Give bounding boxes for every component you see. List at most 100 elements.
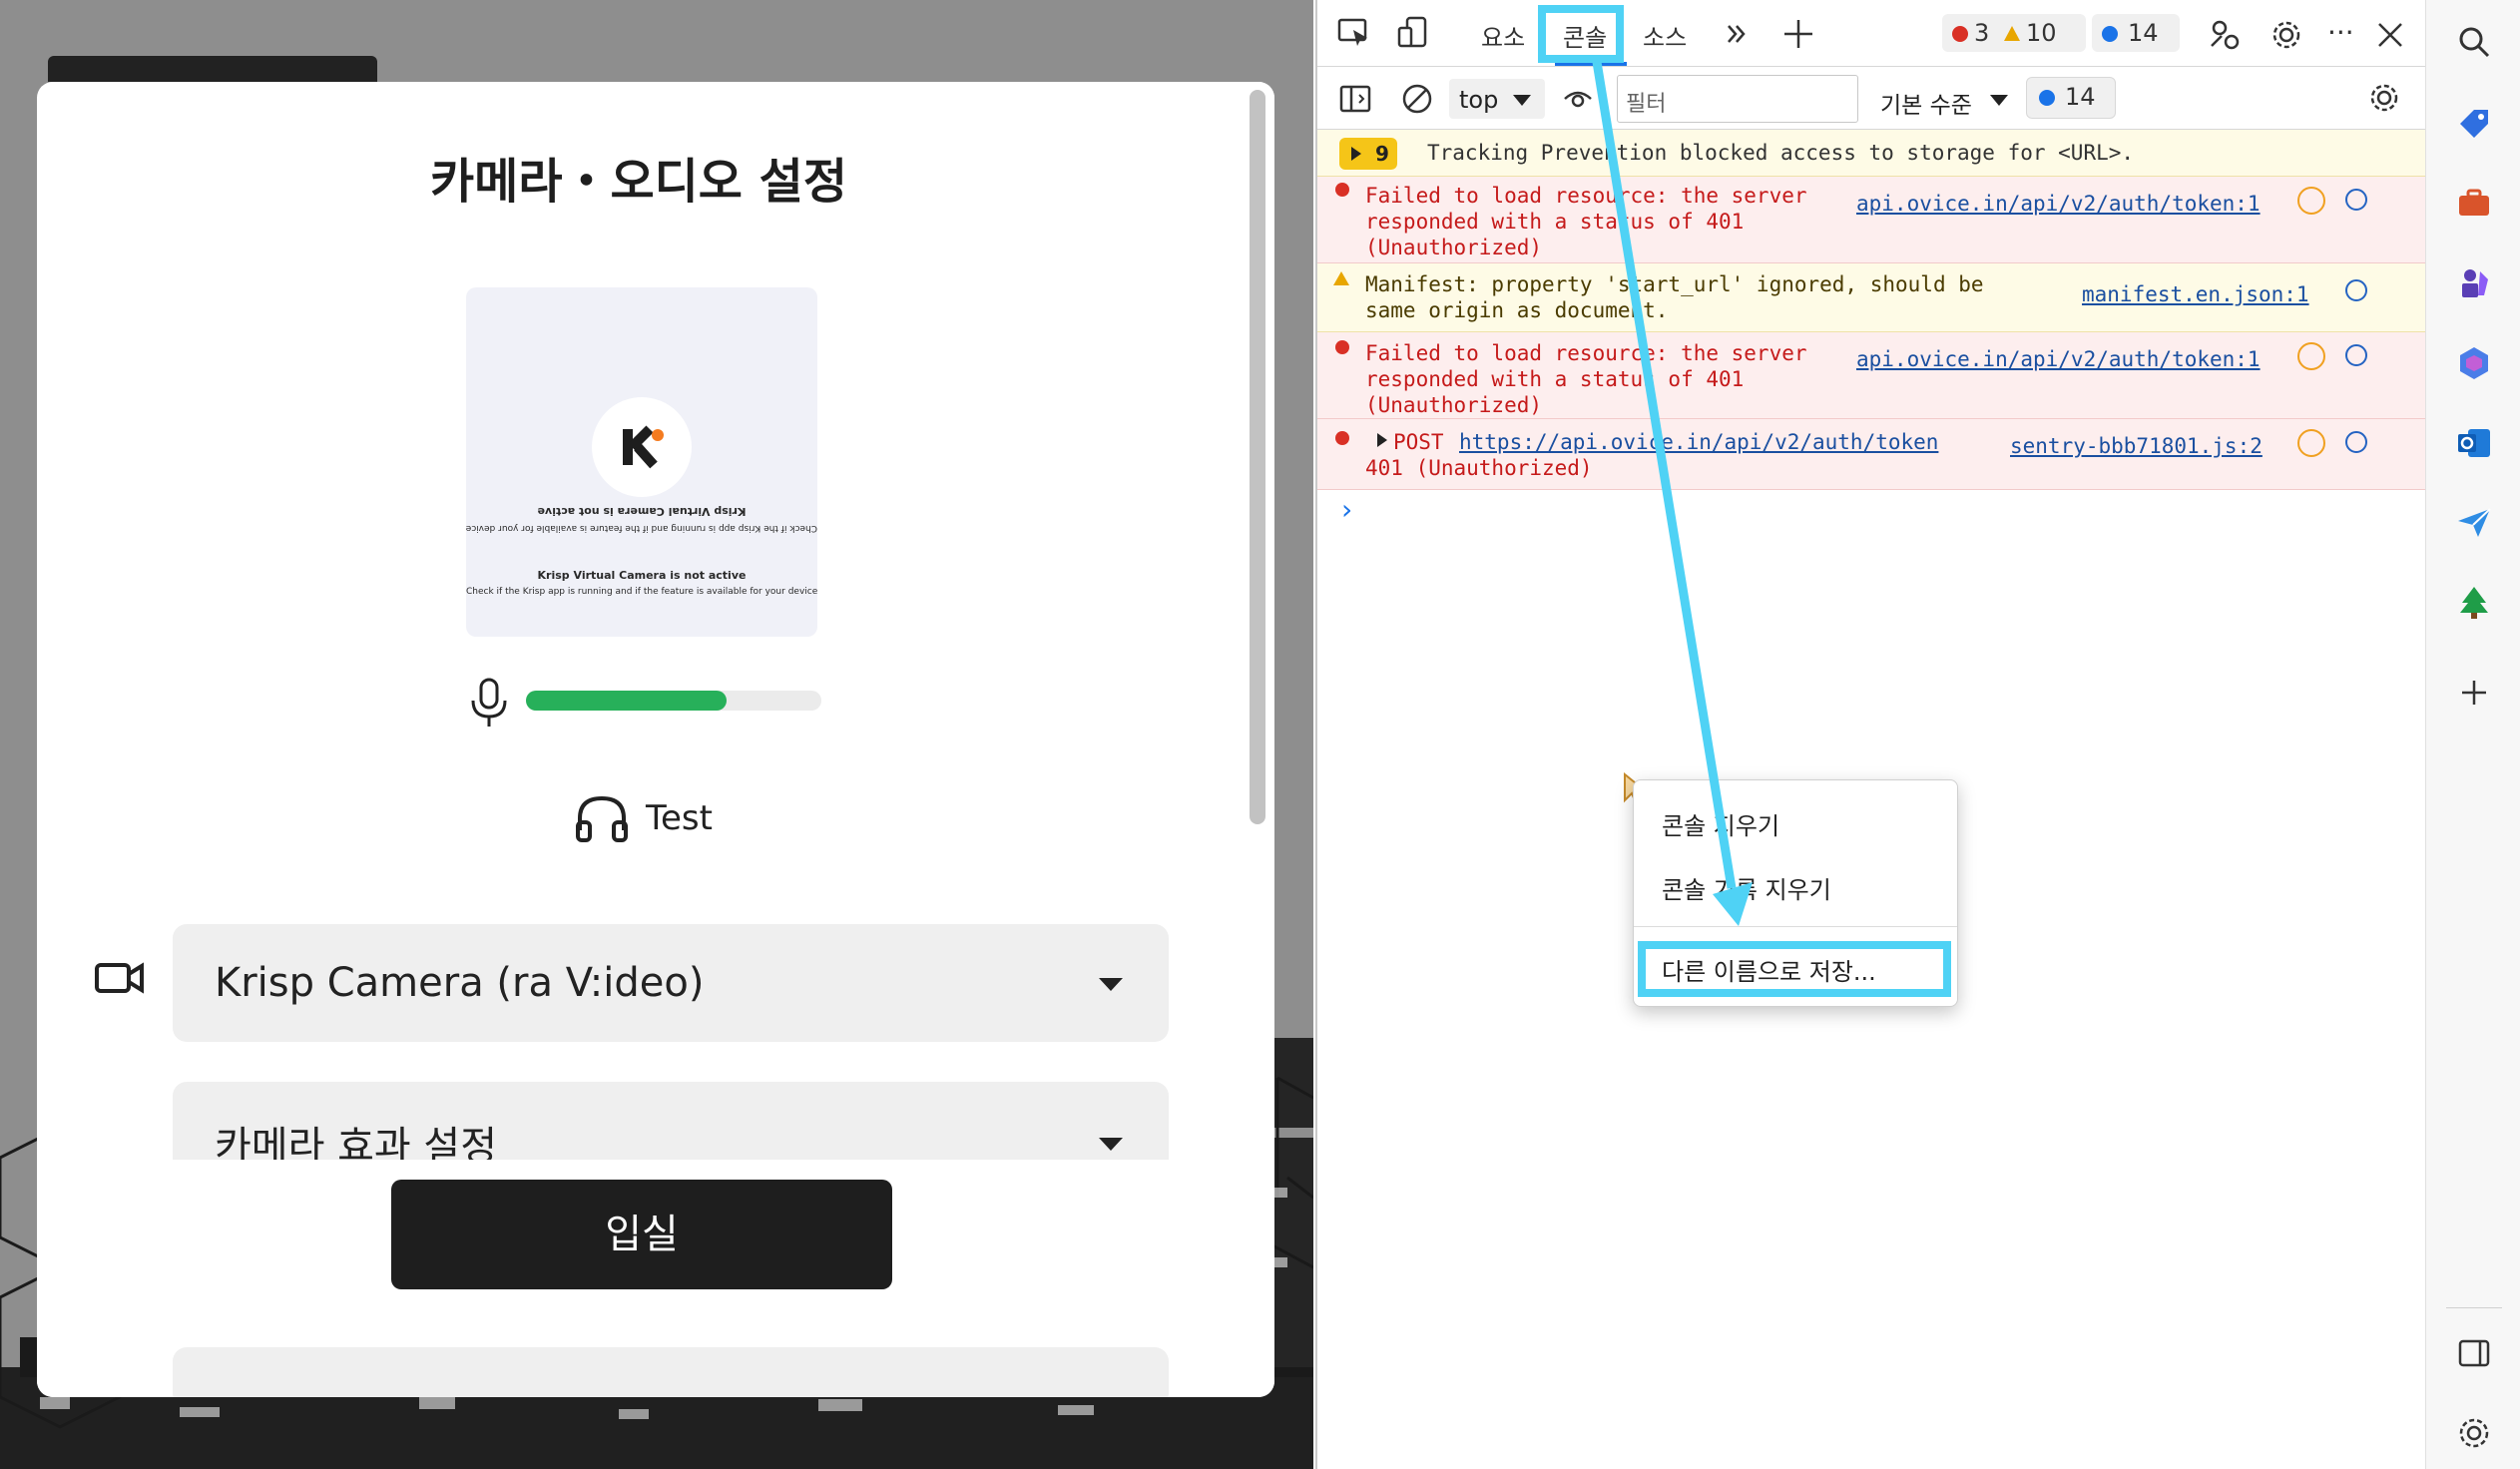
outlook-icon[interactable]	[2456, 425, 2492, 461]
device-emulation-icon[interactable]	[1397, 16, 1431, 50]
tools-briefcase-icon[interactable]	[2456, 186, 2492, 222]
warning-icon	[2004, 26, 2020, 41]
modal-title: 카메라・오디오 설정	[430, 154, 847, 210]
sidebar-toggle-icon[interactable]	[1339, 85, 1371, 113]
search-icon[interactable]	[2345, 344, 2367, 366]
console-error-message[interactable]: Failed to load resource: the server resp…	[1317, 332, 2427, 419]
tracking-prevention-message[interactable]: 9 Tracking Prevention blocked access to …	[1317, 130, 2427, 177]
chevron-down-icon	[1513, 95, 1531, 106]
mic-level-fill	[526, 691, 728, 711]
source-link[interactable]: manifest.en.json:1	[2082, 281, 2309, 307]
chevron-down-icon	[1990, 95, 2008, 106]
more-options-icon[interactable]: ···	[2327, 16, 2354, 49]
console-toolbar: top 필터 기본 수준 14	[1317, 67, 2427, 130]
enter-room-button[interactable]: 입실	[391, 1180, 892, 1289]
devtools-panel: 요소 콘솔 소스 3 10 14 ··· top 필터 기본 수준 14 9 T…	[1315, 0, 2427, 1469]
message-icon	[2102, 26, 2118, 42]
settings-gear-icon[interactable]	[2456, 1415, 2492, 1451]
expand-triangle-icon[interactable]	[1377, 433, 1387, 447]
source-link[interactable]: api.ovice.in/api/v2/auth/token:1	[1856, 191, 2261, 217]
issues-count: 14	[2065, 83, 2096, 111]
search-icon[interactable]	[2456, 24, 2492, 60]
tracking-count: 9	[1375, 142, 1389, 166]
context-select[interactable]: top	[1449, 79, 1545, 119]
warning-icon	[1333, 271, 1349, 285]
camera-select[interactable]: Krisp Camera (ra V:ideo)	[173, 924, 1169, 1042]
games-chess-icon[interactable]	[2456, 265, 2492, 301]
add-tab-icon[interactable]	[1782, 18, 1814, 50]
message-text: Manifest: property 'start_url' ignored, …	[1365, 272, 1984, 322]
copilot-icon[interactable]	[2456, 345, 2492, 381]
filter-input[interactable]: 필터	[1617, 75, 1858, 123]
message-text: 401 (Unauthorized)	[1365, 456, 1593, 480]
info-count: 14	[2128, 19, 2159, 47]
info-counter[interactable]: 14	[2092, 14, 2180, 52]
tab-sources[interactable]: 소스	[1643, 18, 1687, 53]
headphones-icon[interactable]	[574, 792, 630, 842]
browser-sidebar	[2425, 0, 2520, 1469]
live-expression-eye-icon[interactable]	[1563, 87, 1593, 111]
video-camera-icon	[95, 962, 144, 994]
error-count: 3	[1974, 19, 1990, 47]
close-icon[interactable]	[2377, 22, 2403, 48]
request-method: POST	[1393, 430, 1444, 454]
console-error-post-message[interactable]: POST https://api.ovice.in/api/v2/auth/to…	[1317, 419, 2427, 490]
search-icon[interactable]	[2345, 279, 2367, 301]
console-settings-gear-icon[interactable]	[2367, 81, 2401, 115]
console-error-message[interactable]: Failed to load resource: the server resp…	[1317, 177, 2427, 263]
tracking-count-badge: 9	[1339, 138, 1397, 170]
split-screen-icon[interactable]	[2456, 1335, 2492, 1371]
request-url[interactable]: https://api.ovice.in/api/v2/auth/token	[1459, 429, 1938, 455]
error-warning-counter[interactable]: 3 10	[1942, 14, 2086, 52]
camera-audio-settings-modal: 카메라・오디오 설정 Krisp Virtual Camera is not a…	[37, 82, 1274, 1397]
log-level-value: 기본 수준	[1880, 93, 1972, 119]
shopping-tag-icon[interactable]	[2456, 106, 2492, 142]
log-level-select[interactable]: 기본 수준	[1872, 79, 2012, 119]
network-request-icon[interactable]	[2297, 429, 2325, 457]
network-request-icon[interactable]	[2297, 187, 2325, 215]
microphone-icon	[471, 678, 507, 727]
hidden-select-edge	[173, 1347, 1169, 1397]
add-icon[interactable]	[2456, 675, 2492, 711]
tree-icon[interactable]	[2456, 585, 2492, 621]
menu-item-clear-console[interactable]: 콘솔 지우기	[1662, 806, 1779, 841]
inspect-element-icon[interactable]	[1337, 18, 1371, 48]
menu-divider	[1634, 926, 1957, 927]
console-tab-highlight	[1538, 5, 1624, 63]
more-tabs-icon[interactable]	[1725, 22, 1749, 46]
send-plane-icon[interactable]	[2456, 505, 2492, 541]
context-value: top	[1459, 86, 1499, 114]
tracking-message-text: Tracking Prevention blocked access to st…	[1427, 141, 2135, 165]
source-link[interactable]: sentry-bbb71801.js:2	[2010, 433, 2263, 459]
mic-level-meter	[526, 691, 821, 711]
modal-scrollbar-thumb[interactable]	[1250, 90, 1265, 824]
chevron-down-icon	[1099, 1138, 1123, 1151]
clear-console-icon[interactable]	[1401, 83, 1433, 115]
filter-placeholder: 필터	[1626, 92, 1667, 117]
console-warning-message[interactable]: Manifest: property 'start_url' ignored, …	[1317, 263, 2427, 332]
source-link[interactable]: api.ovice.in/api/v2/auth/token:1	[1856, 346, 2261, 372]
audio-test-label[interactable]: Test	[646, 798, 713, 838]
search-icon[interactable]	[2345, 189, 2367, 211]
sidebar-divider	[2446, 1307, 2502, 1308]
message-icon	[2039, 90, 2055, 106]
error-icon	[1952, 26, 1968, 42]
message-text: Failed to load resource: the server resp…	[1365, 184, 1807, 259]
menu-item-clear-console-history[interactable]: 콘솔 기록 지우기	[1662, 870, 1831, 905]
issues-counter[interactable]: 14	[2026, 77, 2116, 119]
customize-icon[interactable]	[2208, 18, 2242, 52]
console-prompt[interactable]: ›	[1341, 493, 1352, 526]
tab-elements[interactable]: 요소	[1481, 18, 1525, 53]
camera-select-value: Krisp Camera (ra V:ideo)	[215, 960, 705, 1006]
search-icon[interactable]	[2345, 431, 2367, 453]
error-icon	[1335, 183, 1349, 197]
preview-title: Krisp Virtual Camera is not active	[537, 569, 747, 582]
network-request-icon[interactable]	[2297, 342, 2325, 370]
devtools-main-toolbar: 요소 콘솔 소스 3 10 14 ···	[1317, 0, 2427, 67]
krisp-logo-icon	[592, 397, 692, 497]
message-text: Failed to load resource: the server resp…	[1365, 341, 1807, 417]
settings-gear-icon[interactable]	[2269, 18, 2303, 52]
save-as-highlight	[1638, 941, 1951, 997]
preview-mirror-sub: Check if the Krisp app is running and if…	[466, 523, 817, 533]
ovice-logo	[48, 56, 377, 82]
